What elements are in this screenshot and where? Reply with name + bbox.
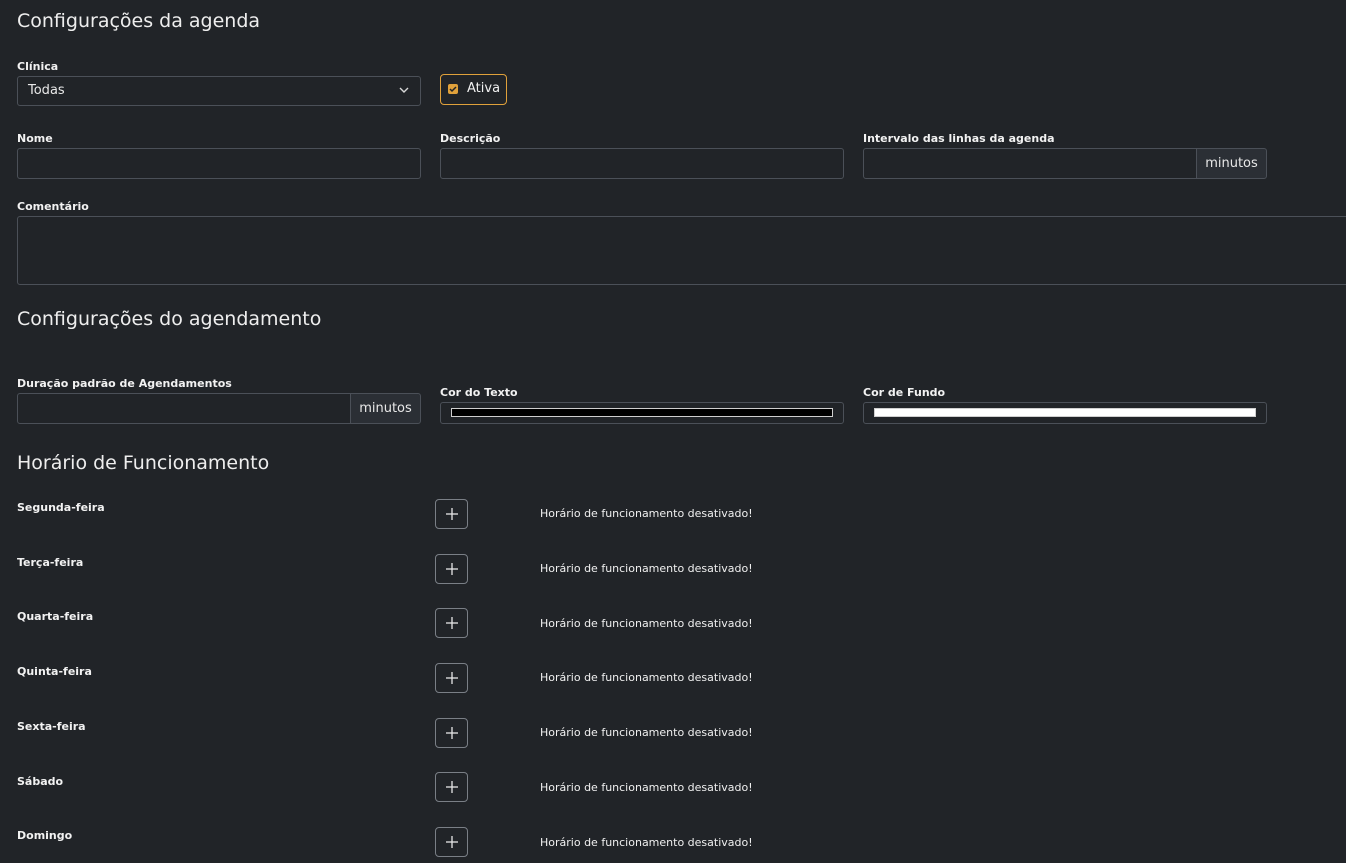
- add-hours-button-sunday[interactable]: [435, 827, 468, 857]
- comment-textarea[interactable]: [17, 216, 1346, 285]
- description-label: Descrição: [440, 132, 501, 145]
- comment-label: Comentário: [17, 200, 89, 213]
- day-label-monday: Segunda-feira: [17, 501, 105, 514]
- agenda-settings-page: Configurações da agenda Clínica Todas At…: [0, 0, 1346, 863]
- bg-color-picker[interactable]: [863, 402, 1267, 424]
- add-hours-button-tuesday[interactable]: [435, 554, 468, 584]
- plus-icon: [446, 727, 458, 739]
- clinic-label: Clínica: [17, 60, 59, 73]
- scheduling-settings-title: Configurações do agendamento: [17, 308, 322, 330]
- text-color-picker[interactable]: [440, 402, 844, 424]
- plus-icon: [446, 617, 458, 629]
- status-sunday: Horário de funcionamento desativado!: [540, 836, 753, 849]
- day-label-friday: Sexta-feira: [17, 720, 86, 733]
- add-hours-button-monday[interactable]: [435, 499, 468, 529]
- active-checkbox[interactable]: Ativa: [440, 74, 507, 105]
- status-monday: Horário de funcionamento desativado!: [540, 507, 753, 520]
- add-hours-button-friday[interactable]: [435, 718, 468, 748]
- agenda-settings-title: Configurações da agenda: [17, 10, 261, 32]
- day-label-saturday: Sábado: [17, 775, 64, 788]
- business-hours-title: Horário de Funcionamento: [17, 452, 270, 474]
- chevron-down-icon: [399, 87, 409, 93]
- bg-color-swatch: [874, 408, 1256, 417]
- plus-icon: [446, 563, 458, 575]
- interval-unit-addon: minutos: [1196, 148, 1267, 179]
- name-label: Nome: [17, 132, 53, 145]
- plus-icon: [446, 836, 458, 848]
- duration-label: Duração padrão de Agendamentos: [17, 377, 232, 390]
- bg-color-label: Cor de Fundo: [863, 386, 946, 399]
- text-color-label: Cor do Texto: [440, 386, 518, 399]
- status-wednesday: Horário de funcionamento desativado!: [540, 617, 753, 630]
- add-hours-button-saturday[interactable]: [435, 772, 468, 802]
- clinic-select[interactable]: Todas: [17, 76, 421, 106]
- duration-unit-addon: minutos: [350, 393, 421, 424]
- day-label-wednesday: Quarta-feira: [17, 610, 94, 623]
- clinic-select-value: Todas: [28, 83, 65, 98]
- checkbox-checked-icon: [448, 84, 458, 94]
- plus-icon: [446, 781, 458, 793]
- status-tuesday: Horário de funcionamento desativado!: [540, 562, 753, 575]
- add-hours-button-thursday[interactable]: [435, 663, 468, 693]
- status-friday: Horário de funcionamento desativado!: [540, 726, 753, 739]
- day-label-tuesday: Terça-feira: [17, 556, 84, 569]
- plus-icon: [446, 508, 458, 520]
- interval-input[interactable]: [863, 148, 1198, 179]
- active-checkbox-label: Ativa: [467, 81, 501, 96]
- day-label-sunday: Domingo: [17, 829, 73, 842]
- interval-label: Intervalo das linhas da agenda: [863, 132, 1055, 145]
- name-input[interactable]: [17, 148, 421, 179]
- status-saturday: Horário de funcionamento desativado!: [540, 781, 753, 794]
- status-thursday: Horário de funcionamento desativado!: [540, 671, 753, 684]
- text-color-swatch: [451, 408, 833, 417]
- day-label-thursday: Quinta-feira: [17, 665, 92, 678]
- plus-icon: [446, 672, 458, 684]
- add-hours-button-wednesday[interactable]: [435, 608, 468, 638]
- description-input[interactable]: [440, 148, 844, 179]
- duration-input[interactable]: [17, 393, 352, 424]
